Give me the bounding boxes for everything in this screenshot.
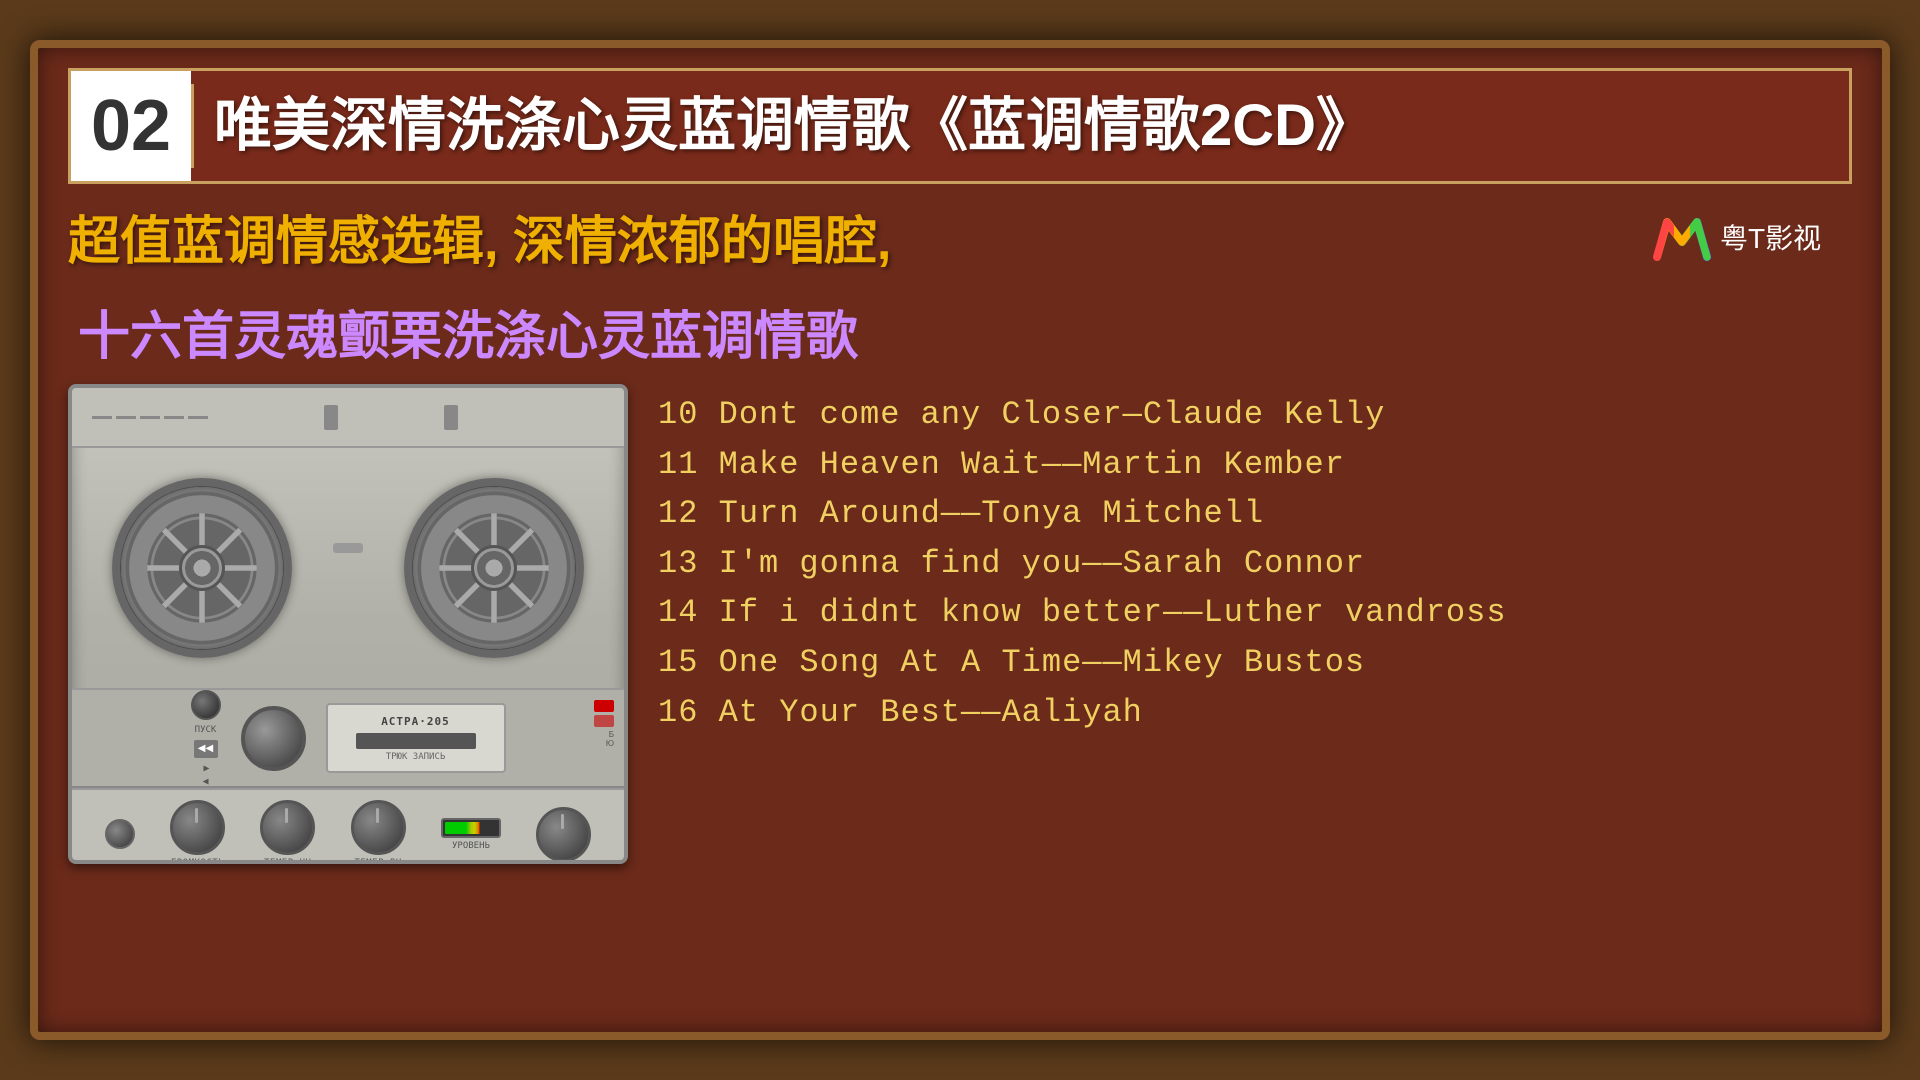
vent-line xyxy=(116,416,136,419)
left-panel: ПУСК ◀◀ ▲ ▲ xyxy=(191,690,221,787)
indicator-red-1 xyxy=(594,700,614,712)
song-title: If i didnt know better——Luther vandross xyxy=(719,594,1507,631)
brand-label: АСТРА·205 xyxy=(381,715,450,728)
episode-number: 02 xyxy=(71,71,191,181)
transport-controls: ◀◀ xyxy=(194,740,218,758)
treble-knob[interactable] xyxy=(351,800,406,855)
song-title: I'm gonna find you——Sarah Connor xyxy=(719,545,1366,582)
pusk-label: ПУСК xyxy=(195,725,217,735)
song-title: Turn Around——Tonya Mitchell xyxy=(719,495,1264,532)
bass-label: ТЕМБР НЧ xyxy=(264,858,311,864)
purple-subtitle: 十六首灵魂颤栗洗涤心灵蓝调情歌 xyxy=(68,289,1852,374)
list-item: 16 At Your Best——Aaliyah xyxy=(658,692,1852,734)
main-knob[interactable] xyxy=(241,706,306,771)
content-area: ПУСК ◀◀ ▲ ▲ АСТРА·205 xyxy=(68,384,1852,1012)
tape-post-left xyxy=(324,405,338,430)
song-number: 14 xyxy=(658,594,719,631)
logo-area: 粤T影视 xyxy=(1652,212,1852,262)
song-title: Dont come any Closer—Claude Kelly xyxy=(719,396,1386,433)
treble-label: ТЕМБР ВЧ xyxy=(354,858,401,864)
rewind-btn[interactable]: ◀◀ xyxy=(194,740,218,758)
knob-bass: ТЕМБР НЧ xyxy=(260,800,315,864)
bass-knob[interactable] xyxy=(260,800,315,855)
recorder-bottom: ГРОМКОСТЬ ТЕМБР НЧ ТЕМБР ВЧ УРОВЕНЬ xyxy=(72,788,624,864)
knob-treble: ТЕМБР ВЧ xyxy=(351,800,406,864)
list-item: 12 Turn Around——Tonya Mitchell xyxy=(658,493,1852,535)
indicator-red-2 xyxy=(594,715,614,727)
level-bar xyxy=(445,822,480,834)
knob-volume: ГРОМКОСТЬ xyxy=(170,800,225,864)
vent-line xyxy=(140,416,160,419)
subtitle-row: 超值蓝调情感选辑, 深情浓郁的唱腔, xyxy=(68,194,1852,279)
vent-line xyxy=(164,416,184,419)
vent-line xyxy=(92,416,112,419)
reel-left xyxy=(112,478,292,658)
list-item: 13 I'm gonna find you——Sarah Connor xyxy=(658,543,1852,585)
song-number: 16 xyxy=(658,694,719,731)
song-number: 13 xyxy=(658,545,719,582)
main-title: 唯美深情洗涤心灵蓝调情歌《蓝调情歌2CD》 xyxy=(214,94,1829,158)
recorder-top xyxy=(72,388,624,448)
tape-indicators: БЮ xyxy=(594,700,614,748)
knob-level xyxy=(536,807,591,862)
tape-recorder: ПУСК ◀◀ ▲ ▲ АСТРА·205 xyxy=(68,384,628,864)
volume-knob[interactable] xyxy=(170,800,225,855)
list-item: 14 If i didnt know better——Luther vandro… xyxy=(658,592,1852,634)
reels-area xyxy=(72,448,624,688)
level-meter-area: УРОВЕНЬ xyxy=(441,818,501,851)
main-frame: 02 唯美深情洗涤心灵蓝调情歌《蓝调情歌2CD》 超值蓝调情感选辑, 深情浓郁的… xyxy=(30,40,1890,1040)
reel-right xyxy=(404,478,584,658)
song-number: 11 xyxy=(658,446,719,483)
small-dial xyxy=(191,690,221,720)
logo-icon xyxy=(1652,212,1712,262)
vent-line xyxy=(188,416,208,419)
title-box: 唯美深情洗涤心灵蓝调情歌《蓝调情歌2CD》 xyxy=(191,84,1849,168)
small-knob-left[interactable] xyxy=(105,819,135,849)
tape-head-area: ПУСК ◀◀ ▲ ▲ АСТРА·205 xyxy=(72,688,624,788)
song-title: One Song At A Time——Mikey Bustos xyxy=(719,644,1366,681)
song-number: 10 xyxy=(658,396,719,433)
record-label: ТРЮК ЗАПИСЬ xyxy=(386,752,446,762)
tape-head-unit: АСТРА·205 ТРЮК ЗАПИСЬ xyxy=(326,703,506,773)
song-number: 12 xyxy=(658,495,719,532)
level-knob[interactable] xyxy=(536,807,591,862)
volume-label: ГРОМКОСТЬ xyxy=(171,858,224,864)
list-item: 15 One Song At A Time——Mikey Bustos xyxy=(658,642,1852,684)
list-item: 10 Dont come any Closer—Claude Kelly xyxy=(658,394,1852,436)
song-list: 10 Dont come any Closer—Claude Kelly 11 … xyxy=(658,384,1852,733)
song-title: Make Heaven Wait——Martin Kember xyxy=(719,446,1345,483)
list-item: 11 Make Heaven Wait——Martin Kember xyxy=(658,444,1852,486)
tape-post-right xyxy=(444,405,458,430)
logo-text: 粤T影视 xyxy=(1720,217,1821,257)
level-meter xyxy=(441,818,501,838)
subtitle-text: 超值蓝调情感选辑, 深情浓郁的唱腔, xyxy=(68,199,891,274)
song-title: At Your Best——Aaliyah xyxy=(719,694,1143,731)
level-label: УРОВЕНЬ xyxy=(452,841,490,851)
header-row: 02 唯美深情洗涤心灵蓝调情歌《蓝调情歌2CD》 xyxy=(68,68,1852,184)
song-number: 15 xyxy=(658,644,719,681)
vent-lines xyxy=(92,416,208,419)
